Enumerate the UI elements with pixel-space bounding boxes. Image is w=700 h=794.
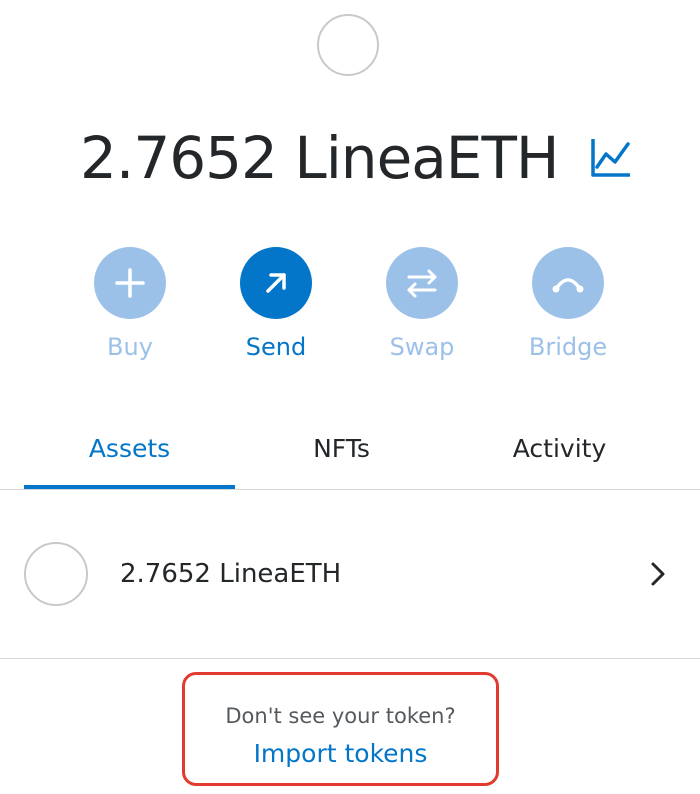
import-hint-text: Don't see your token?: [225, 704, 456, 728]
bridge-button[interactable]: Bridge: [513, 247, 623, 361]
plus-icon: [94, 247, 166, 319]
bridge-label: Bridge: [528, 333, 608, 361]
active-tab-indicator: [24, 485, 235, 489]
arrow-up-right-icon: [240, 247, 312, 319]
line-chart-icon[interactable]: [588, 134, 634, 180]
chevron-right-icon: [646, 560, 670, 588]
balance-amount: 2.7652 LineaETH: [80, 124, 559, 192]
swap-label: Swap: [389, 333, 455, 361]
tab-assets[interactable]: Assets: [24, 425, 235, 489]
swap-button[interactable]: Swap: [367, 247, 477, 361]
tab-activity-label: Activity: [512, 434, 607, 463]
asset-list-item[interactable]: 2.7652 LineaETH: [0, 490, 700, 659]
buy-label: Buy: [107, 333, 153, 361]
import-tokens-section: Don't see your token? Import tokens: [182, 672, 499, 786]
tab-nfts-label: NFTs: [313, 434, 370, 463]
tab-activity[interactable]: Activity: [454, 425, 665, 488]
buy-button[interactable]: Buy: [75, 247, 185, 361]
wallet-home: 2.7652 LineaETH Buy Send Swap Bridge Ass…: [0, 0, 700, 794]
send-button[interactable]: Send: [221, 247, 331, 361]
action-buttons: Buy Send Swap Bridge: [0, 247, 700, 367]
token-placeholder-icon: [24, 542, 88, 606]
tab-assets-label: Assets: [88, 434, 171, 463]
tab-bar: Assets NFTs Activity: [0, 425, 700, 490]
asset-balance: 2.7652 LineaETH: [120, 559, 342, 589]
account-avatar[interactable]: [317, 14, 379, 76]
send-label: Send: [245, 333, 307, 361]
tab-nfts[interactable]: NFTs: [236, 425, 447, 488]
swap-arrows-icon: [386, 247, 458, 319]
import-tokens-link[interactable]: Import tokens: [185, 739, 496, 769]
balance-section: 2.7652 LineaETH: [0, 118, 700, 198]
bridge-icon: [532, 247, 604, 319]
